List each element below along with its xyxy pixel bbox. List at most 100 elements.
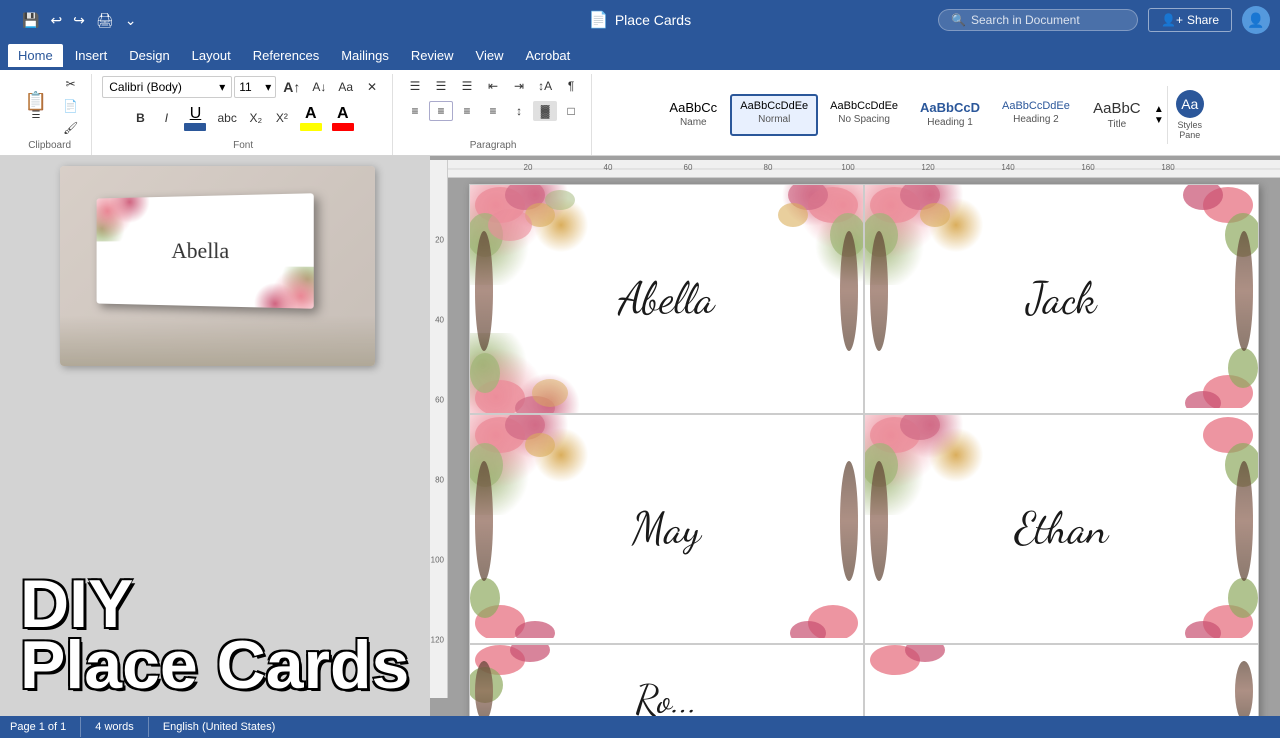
ribbon-group-paragraph: ☰ ☰ ☰ ⇤ ⇥ ↕A ¶ ≡ ≡ ≡ ≡ ↕ ▓ □ Paragraph: [395, 74, 592, 155]
style-normal[interactable]: AaBbCcDdEe Normal: [730, 94, 818, 136]
feather-left-3: [475, 461, 493, 581]
quick-access-toolbar: 💾 ↩ ↪ 🖨 ⌄: [10, 8, 148, 33]
increase-font-button[interactable]: A↑: [278, 76, 305, 98]
place-card-1[interactable]: Abella: [469, 184, 864, 414]
shading-button[interactable]: ▓: [533, 101, 557, 121]
align-right-button[interactable]: ≡: [455, 101, 479, 121]
text-highlight-button[interactable]: A: [296, 103, 326, 133]
place-card-5[interactable]: Ro...: [469, 644, 864, 716]
redo-button[interactable]: ↪: [69, 10, 89, 31]
feather-right-4: [1235, 461, 1253, 581]
styles-pane-button[interactable]: Aa StylesPane: [1167, 86, 1208, 144]
decrease-indent-button[interactable]: ⇤: [481, 76, 505, 96]
user-avatar[interactable]: 👤: [1242, 6, 1270, 34]
menu-design[interactable]: Design: [119, 44, 179, 67]
place-card-4[interactable]: Ethan: [864, 414, 1259, 644]
menu-references[interactable]: References: [243, 44, 329, 67]
border-button[interactable]: □: [559, 101, 583, 121]
feather-right-6: [1235, 661, 1253, 716]
numbering-button[interactable]: ☰: [429, 76, 453, 96]
print-button[interactable]: 🖨: [92, 10, 118, 31]
menubar: Home Insert Design Layout References Mai…: [0, 40, 1280, 70]
menu-review[interactable]: Review: [401, 44, 464, 67]
vertical-ruler: 20 40 60 80 100 120: [430, 160, 448, 698]
share-button[interactable]: 👤+ Share: [1148, 8, 1232, 32]
floral-tl-6: [865, 645, 995, 710]
diy-overlay: DIY Place Cards: [0, 564, 430, 706]
search-bar[interactable]: 🔍 Search in Document: [938, 9, 1138, 31]
menu-insert[interactable]: Insert: [65, 44, 118, 67]
clipboard-label: Clipboard: [28, 140, 71, 153]
multilevel-button[interactable]: ☰: [455, 76, 479, 96]
menu-view[interactable]: View: [466, 44, 514, 67]
menu-mailings[interactable]: Mailings: [331, 44, 399, 67]
share-icon: 👤+: [1161, 13, 1183, 27]
bold-button[interactable]: B: [128, 108, 152, 128]
ruler-marks-h: [448, 160, 1280, 178]
menu-acrobat[interactable]: Acrobat: [515, 44, 580, 67]
align-left-button[interactable]: ≡: [403, 101, 427, 121]
language: English (United States): [163, 721, 276, 733]
format-painter-button[interactable]: 🖌: [58, 118, 83, 138]
place-card-3[interactable]: May: [469, 414, 864, 644]
place-card-6[interactable]: [864, 644, 1259, 716]
styles-scroll-up[interactable]: ▲ ▼: [1154, 94, 1164, 136]
feather-left-4: [870, 461, 888, 581]
style-heading1[interactable]: AaBbCcD Heading 1: [910, 94, 990, 136]
word-count: 4 words: [95, 721, 134, 733]
font-size-selector[interactable]: 11 ▾: [234, 76, 276, 98]
title-center: 📄 Place Cards: [589, 10, 691, 30]
sort-button[interactable]: ↕A: [533, 76, 557, 96]
status-bar: Page 1 of 1 4 words English (United Stat…: [0, 716, 1280, 738]
increase-indent-button[interactable]: ⇥: [507, 76, 531, 96]
strikethrough-button[interactable]: abc: [212, 108, 241, 128]
font-group-label: Font: [233, 140, 253, 153]
paste-button[interactable]: 📋 ☰: [16, 76, 56, 136]
decrease-font-button[interactable]: A↓: [307, 77, 331, 97]
change-case-button[interactable]: Aa: [333, 77, 358, 97]
save-button[interactable]: 💾: [18, 10, 43, 31]
clear-format-button[interactable]: ✕: [360, 77, 384, 97]
document-title: Place Cards: [615, 12, 691, 28]
undo-button[interactable]: ↩: [46, 10, 66, 31]
preview-card: Abella: [60, 166, 375, 366]
feather-right-3: [840, 461, 858, 581]
line-spacing-button[interactable]: ↕: [507, 101, 531, 121]
style-title[interactable]: AaBbC Title: [1082, 94, 1152, 136]
style-name[interactable]: AaBbCc Name: [658, 94, 728, 136]
justify-button[interactable]: ≡: [481, 101, 505, 121]
ribbon-group-font: Calibri (Body) ▾ 11 ▾ A↑ A↓ Aa ✕ B I U a…: [94, 74, 393, 155]
search-placeholder: Search in Document: [971, 13, 1080, 27]
copy-button[interactable]: 📄: [58, 96, 83, 116]
search-icon: 🔍: [951, 13, 966, 27]
cut-button[interactable]: ✂: [58, 74, 83, 94]
style-heading2[interactable]: AaBbCcDdEe Heading 2: [992, 94, 1080, 136]
card-shadow: [60, 316, 375, 366]
feather-left-1: [475, 231, 493, 351]
underline-button[interactable]: U: [180, 103, 210, 133]
diy-text: DIY: [20, 574, 410, 635]
show-hide-button[interactable]: ¶: [559, 76, 583, 96]
font-family-selector[interactable]: Calibri (Body) ▾: [102, 76, 232, 98]
italic-button[interactable]: I: [154, 108, 178, 128]
menu-home[interactable]: Home: [8, 44, 63, 67]
superscript-button[interactable]: X²: [270, 108, 294, 128]
place-card-2[interactable]: Jack: [864, 184, 1259, 414]
feather-right-1: [840, 231, 858, 351]
more-button[interactable]: ⌄: [121, 10, 141, 31]
horizontal-ruler: 20 40 60 80 100 120 140 160 180: [448, 160, 1280, 178]
cards-grid: Abella: [469, 184, 1259, 716]
align-center-button[interactable]: ≡: [429, 101, 453, 121]
place-cards-text: Place Cards: [20, 635, 410, 696]
subscript-button[interactable]: X₂: [244, 108, 268, 128]
font-color-button[interactable]: A: [328, 103, 358, 133]
floral-bl-1: [470, 333, 600, 413]
card-name-1: Abella: [619, 273, 715, 325]
highlight-color: [300, 123, 322, 131]
bullets-button[interactable]: ☰: [403, 76, 427, 96]
card-floral-tl: [97, 197, 152, 241]
word-document: ✛: [469, 184, 1259, 716]
menu-layout[interactable]: Layout: [182, 44, 241, 67]
page-canvas: ✛: [448, 174, 1280, 716]
style-no-spacing[interactable]: AaBbCcDdEe No Spacing: [820, 94, 908, 136]
